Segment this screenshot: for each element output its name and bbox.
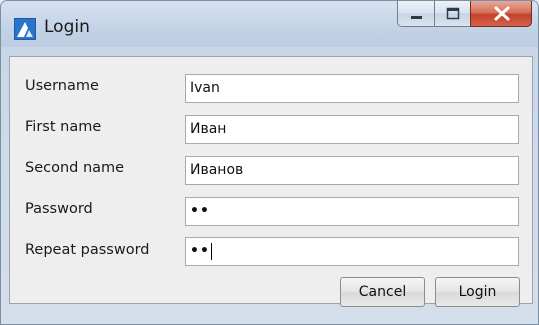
login-button[interactable]: Login xyxy=(435,277,520,307)
password-field[interactable]: •• xyxy=(185,197,519,226)
second-name-field[interactable]: Иванов xyxy=(185,156,519,185)
cancel-button[interactable]: Cancel xyxy=(340,277,425,307)
minimize-icon xyxy=(411,16,422,19)
first-name-label: First name xyxy=(25,119,102,135)
password-label: Password xyxy=(25,201,93,217)
window-controls xyxy=(397,1,532,27)
app-icon xyxy=(14,18,36,40)
repeat-password-label: Repeat password xyxy=(25,242,150,258)
maximize-icon xyxy=(446,7,460,20)
repeat-password-value: •• xyxy=(190,243,210,259)
minimize-button[interactable] xyxy=(397,1,435,27)
password-value: •• xyxy=(190,203,210,219)
title-bar[interactable]: Login xyxy=(1,1,538,47)
login-window: Login Username Ivan First name Иван Seco… xyxy=(0,0,539,325)
window-title: Login xyxy=(44,17,90,37)
maximize-button[interactable] xyxy=(434,1,471,27)
username-label: Username xyxy=(25,78,99,94)
close-button[interactable] xyxy=(470,1,532,27)
username-value: Ivan xyxy=(190,80,220,96)
text-caret xyxy=(210,242,212,260)
first-name-value: Иван xyxy=(190,121,227,137)
second-name-label: Second name xyxy=(25,160,125,176)
close-icon xyxy=(494,6,510,21)
repeat-password-field[interactable]: •• xyxy=(185,237,519,266)
first-name-field[interactable]: Иван xyxy=(185,115,519,144)
second-name-value: Иванов xyxy=(190,162,244,178)
username-field[interactable]: Ivan xyxy=(185,74,519,103)
